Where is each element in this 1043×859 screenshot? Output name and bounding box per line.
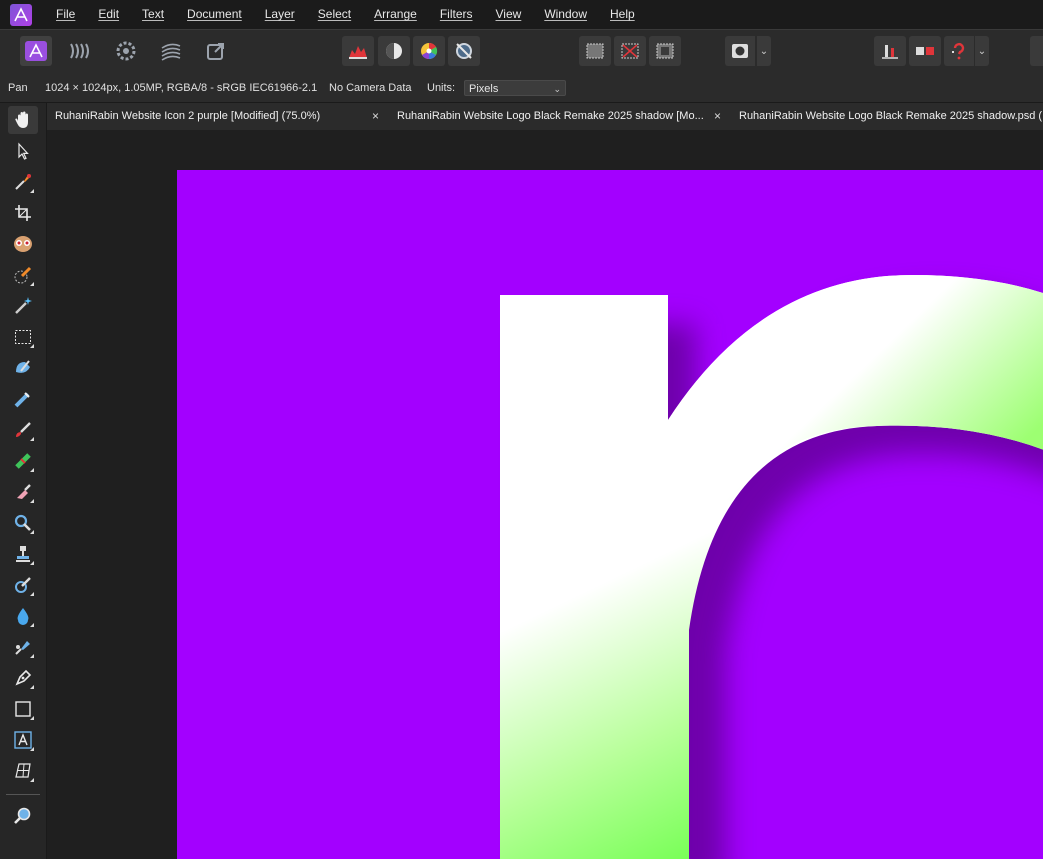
menu-filters[interactable]: Filters bbox=[429, 0, 485, 29]
overflow-button[interactable] bbox=[1030, 36, 1043, 66]
erase-brush-icon[interactable] bbox=[8, 478, 38, 506]
export-persona-icon[interactable] bbox=[200, 36, 232, 66]
invert-selection-icon[interactable] bbox=[649, 36, 681, 66]
hand-tool-icon[interactable] bbox=[8, 106, 38, 134]
snapping-icon[interactable] bbox=[909, 36, 941, 66]
healing-brush-icon[interactable] bbox=[8, 447, 38, 475]
chevron-down-icon: ⌄ bbox=[553, 84, 561, 94]
clone-brush-icon[interactable] bbox=[8, 540, 38, 568]
menu-view[interactable]: View bbox=[485, 0, 534, 29]
units-value: Pixels bbox=[469, 83, 499, 95]
dodge-brush-icon[interactable] bbox=[8, 509, 38, 537]
auto-white-balance-icon[interactable] bbox=[448, 36, 480, 66]
deselect-icon[interactable] bbox=[614, 36, 646, 66]
auto-levels-icon[interactable] bbox=[342, 36, 374, 66]
context-toolbar: Pan 1024 × 1024px, 1.05MP, RGBA/8 - sRGB… bbox=[0, 74, 1043, 103]
tab-document-2[interactable]: RuhaniRabin Website Logo Black Remake 20… bbox=[397, 103, 717, 130]
close-icon[interactable]: × bbox=[372, 103, 379, 130]
menu-bar: File Edit Text Document Layer Select Arr… bbox=[0, 0, 1043, 29]
auto-colors-icon[interactable] bbox=[413, 36, 445, 66]
liquify-persona-icon[interactable] bbox=[64, 36, 96, 66]
alignment-icon[interactable] bbox=[874, 36, 906, 66]
tools-divider bbox=[6, 794, 40, 795]
select-all-icon[interactable] bbox=[579, 36, 611, 66]
snapping-dropdown-icon[interactable]: ⌄ bbox=[975, 36, 989, 66]
camera-info: No Camera Data bbox=[329, 82, 412, 94]
crop-tool-icon[interactable] bbox=[8, 199, 38, 227]
text-tool-icon[interactable] bbox=[8, 726, 38, 754]
menu-file[interactable]: File bbox=[46, 0, 87, 29]
tools-panel bbox=[0, 103, 47, 859]
menu-text[interactable]: Text bbox=[131, 0, 176, 29]
paint-mixer-icon[interactable] bbox=[8, 354, 38, 382]
menu-arrange[interactable]: Arrange bbox=[363, 0, 429, 29]
photo-persona-icon[interactable] bbox=[20, 36, 52, 66]
pen-tool-icon[interactable] bbox=[8, 633, 38, 661]
affinity-photo-logo-icon[interactable] bbox=[10, 3, 32, 26]
close-icon[interactable]: × bbox=[714, 103, 721, 130]
menu-select[interactable]: Select bbox=[307, 0, 363, 29]
flood-select-icon[interactable] bbox=[8, 292, 38, 320]
canvas-area[interactable] bbox=[47, 130, 1043, 859]
tab-document-3[interactable]: RuhaniRabin Website Logo Black Remake 20… bbox=[739, 103, 1043, 130]
menu-window[interactable]: Window bbox=[533, 0, 599, 29]
units-label: Units: bbox=[427, 82, 456, 94]
tool-name: Pan bbox=[8, 82, 28, 94]
marquee-tool-icon[interactable] bbox=[8, 323, 38, 351]
inpainting-brush-icon[interactable] bbox=[8, 385, 38, 413]
zoom-tool-icon[interactable] bbox=[8, 802, 38, 830]
paint-brush-icon[interactable] bbox=[8, 416, 38, 444]
blur-brush-icon[interactable] bbox=[8, 571, 38, 599]
smudge-brush-icon[interactable] bbox=[8, 602, 38, 630]
help-icon[interactable] bbox=[944, 36, 974, 66]
selection-brush-icon[interactable] bbox=[8, 261, 38, 289]
menu-help[interactable]: Help bbox=[599, 0, 647, 29]
main-toolbar: ⌄ ⌄ bbox=[0, 29, 1043, 75]
rectangle-tool-icon[interactable] bbox=[8, 695, 38, 723]
auto-contrast-icon[interactable] bbox=[378, 36, 410, 66]
develop-persona-icon[interactable] bbox=[110, 36, 142, 66]
quick-mask-icon[interactable] bbox=[725, 36, 755, 66]
menu-document[interactable]: Document bbox=[176, 0, 254, 29]
color-picker-icon[interactable] bbox=[8, 168, 38, 196]
document-tabs: RuhaniRabin Website Icon 2 purple [Modif… bbox=[47, 103, 1043, 130]
move-tool-icon[interactable] bbox=[8, 137, 38, 165]
pen-tool-icon[interactable] bbox=[8, 664, 38, 692]
menu-layer[interactable]: Layer bbox=[254, 0, 307, 29]
tab-document-1[interactable]: RuhaniRabin Website Icon 2 purple [Modif… bbox=[55, 103, 355, 130]
quick-mask-dropdown-icon[interactable]: ⌄ bbox=[757, 36, 771, 66]
document-info: 1024 × 1024px, 1.05MP, RGBA/8 - sRGB IEC… bbox=[45, 82, 318, 94]
units-select[interactable]: Pixels ⌄ bbox=[464, 80, 566, 96]
mesh-warp-icon[interactable] bbox=[8, 757, 38, 785]
red-eye-tool-icon[interactable] bbox=[8, 230, 38, 258]
document-canvas[interactable] bbox=[177, 170, 1043, 859]
menu-edit[interactable]: Edit bbox=[87, 0, 131, 29]
tone-mapping-persona-icon[interactable] bbox=[155, 36, 187, 66]
letter-r-artwork bbox=[500, 275, 1043, 859]
